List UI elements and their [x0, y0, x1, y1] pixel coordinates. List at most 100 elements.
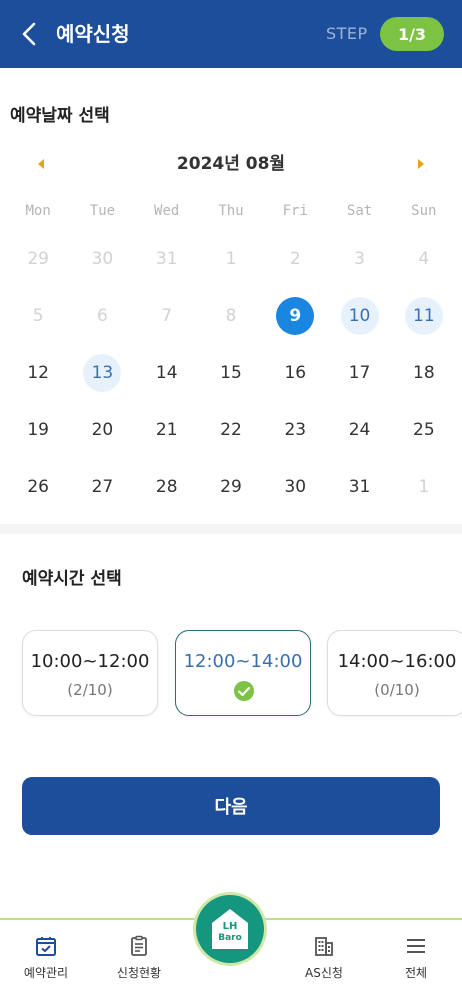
calendar-day-number: 15 [220, 363, 242, 383]
calendar-day[interactable]: 23 [263, 411, 327, 468]
calendar-day-number: 27 [91, 477, 114, 497]
calendar-day[interactable]: 12 [6, 354, 70, 411]
calendar-day[interactable]: 17 [327, 354, 391, 411]
calendar-day-number: 4 [418, 249, 430, 269]
calendar-day-number: 21 [155, 420, 178, 440]
calendar-week: 29 30 31 1 2 3 4 [6, 240, 456, 297]
menu-icon [407, 939, 425, 953]
calendar-day-number: 17 [348, 363, 371, 383]
app-header: 예약신청 STEP 1/3 [0, 0, 462, 68]
triangle-right-icon [418, 159, 424, 169]
calendar-day[interactable]: 15 [199, 354, 263, 411]
home-button[interactable]: LH Baro [196, 895, 264, 963]
calendar-day-number: 19 [27, 420, 49, 440]
calendar-week: 5 6 7 8 9 10 11 [6, 297, 456, 354]
section-divider [0, 524, 462, 534]
slot-capacity: (2/10) [67, 681, 113, 699]
calendar-check-icon [36, 937, 56, 956]
calendar-day: 6 [70, 297, 134, 354]
home-logo-text: LH [222, 921, 238, 932]
calendar-week: 19 20 21 22 23 24 25 [6, 411, 456, 468]
calendar-day-number: 30 [284, 477, 307, 497]
calendar-day[interactable]: 16 [263, 354, 327, 411]
time-slot-14-16[interactable]: 14:00~16:00 (0/10) [327, 630, 462, 716]
calendar-day[interactable]: 24 [327, 411, 391, 468]
calendar-day[interactable]: 31 [327, 468, 391, 525]
home-logo-subtext: Baro [218, 933, 242, 943]
calendar-day[interactable]: 28 [135, 468, 199, 525]
calendar-day-number: 14 [155, 363, 178, 383]
calendar-day: 30 [70, 240, 134, 297]
nav-item-all[interactable]: 전체 [376, 934, 456, 990]
calendar-day[interactable]: 19 [6, 411, 70, 468]
calendar-day[interactable]: 13 [70, 354, 134, 411]
step-badge: 1/3 [380, 17, 444, 51]
slot-time: 14:00~16:00 [337, 651, 457, 672]
date-section-title: 예약날짜 선택 [10, 106, 110, 126]
nav-label: AS신청 [305, 966, 343, 980]
time-slot-list: 10:00~12:00 (2/10) 12:00~14:00 14:00~16:… [0, 630, 462, 716]
nav-item-status[interactable]: 신청현황 [99, 934, 179, 990]
calendar-day[interactable]: 27 [70, 468, 134, 525]
month-navigator: 2024년 08월 [0, 150, 462, 178]
slot-time: 12:00~14:00 [183, 651, 303, 672]
calendar-day: 2 [263, 240, 327, 297]
calendar-day[interactable]: 10 [327, 297, 391, 354]
calendar-day-number: 31 [155, 249, 178, 269]
time-slot-10-12[interactable]: 10:00~12:00 (2/10) [22, 630, 158, 716]
next-button[interactable]: 다음 [22, 777, 440, 835]
next-month-button[interactable] [412, 156, 428, 172]
weekday-header: Mon Tue Wed Thu Fri Sat Sun [6, 203, 456, 219]
calendar-day[interactable]: 29 [199, 468, 263, 525]
back-button[interactable] [16, 20, 44, 48]
calendar-day: 1 [199, 240, 263, 297]
calendar-day-number: 10 [340, 297, 379, 335]
slot-time: 10:00~12:00 [30, 651, 150, 672]
check-circle-icon [234, 681, 254, 701]
calendar-day[interactable]: 14 [135, 354, 199, 411]
calendar-day-number: 6 [97, 306, 108, 326]
calendar-day-number: 22 [220, 420, 242, 440]
calendar-day[interactable]: 9 [263, 297, 327, 354]
nav-label: 신청현황 [116, 966, 162, 980]
chevron-left-icon [22, 22, 36, 46]
calendar-day[interactable]: 26 [6, 468, 70, 525]
calendar-day[interactable]: 25 [392, 411, 456, 468]
calendar-day-number: 23 [284, 420, 307, 440]
calendar-day[interactable]: 20 [70, 411, 134, 468]
clipboard-icon [131, 935, 147, 956]
calendar-day-number: 24 [348, 420, 371, 440]
calendar-day[interactable]: 21 [135, 411, 199, 468]
calendar-day-number: 18 [413, 363, 435, 383]
calendar-day-number: 1 [225, 249, 237, 269]
step-label: STEP [326, 24, 368, 43]
calendar-day-number: 12 [27, 363, 49, 383]
weekday-label: Tue [89, 203, 116, 219]
calendar-week: 12 13 14 15 16 17 18 [6, 354, 456, 411]
calendar-day[interactable]: 18 [392, 354, 456, 411]
weekday-label: Fri [282, 203, 308, 219]
calendar-day[interactable]: 30 [263, 468, 327, 525]
calendar-day[interactable]: 22 [199, 411, 263, 468]
calendar-day-number: 31 [348, 477, 371, 497]
weekday-label: Sun [411, 203, 437, 219]
nav-item-reservation[interactable]: 예약관리 [6, 934, 86, 990]
calendar-day-number: 5 [32, 306, 44, 326]
calendar-day: 3 [327, 240, 391, 297]
calendar-day-number: 30 [91, 249, 114, 269]
time-slot-12-14[interactable]: 12:00~14:00 [175, 630, 311, 716]
calendar-day-number: 8 [225, 306, 237, 326]
page-title: 예약신청 [56, 22, 130, 46]
calendar-day-number: 26 [27, 477, 49, 497]
calendar-day-number: 28 [155, 477, 178, 497]
calendar-day: 5 [6, 297, 70, 354]
calendar-day[interactable]: 11 [392, 297, 456, 354]
calendar-day: 7 [135, 297, 199, 354]
calendar-grid: 29 30 31 1 2 3 4 5 6 7 8 9 10 11 12 13 14 15 16 17 18 19 20 21 2… [6, 240, 456, 525]
building-icon [315, 937, 333, 956]
nav-item-as-request[interactable]: AS신청 [284, 934, 364, 990]
calendar-day: 31 [135, 240, 199, 297]
calendar-day-number: 20 [91, 420, 114, 440]
calendar-day-number: 11 [404, 297, 443, 335]
weekday-label: Wed [154, 203, 180, 219]
